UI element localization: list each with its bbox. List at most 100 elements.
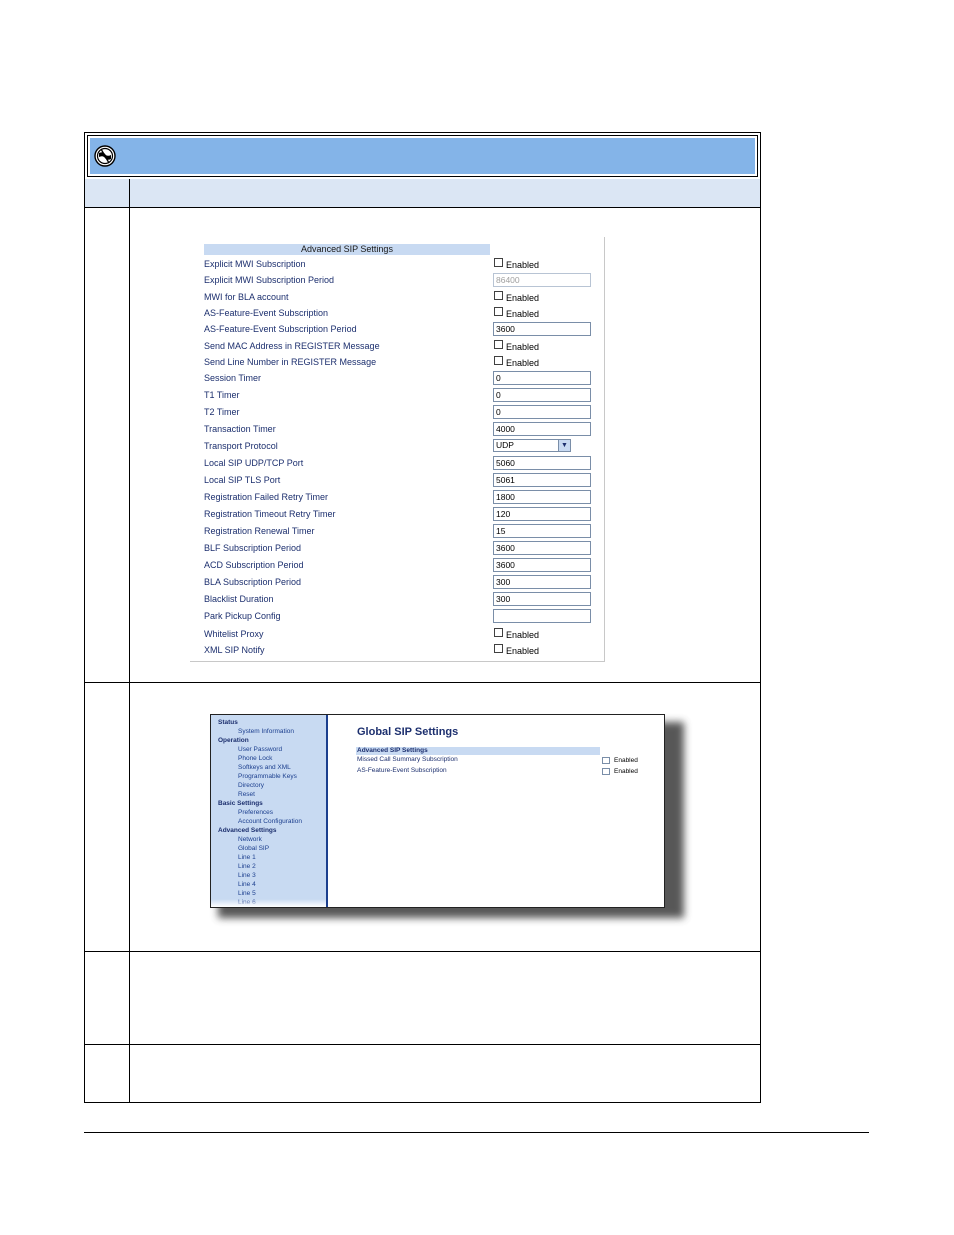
setting-input[interactable]: 5061 bbox=[493, 473, 591, 487]
enabled-checkbox[interactable] bbox=[494, 340, 503, 349]
setting-label: Park Pickup Config bbox=[204, 611, 281, 621]
chevron-down-icon[interactable]: ▼ bbox=[558, 440, 570, 451]
settings-row: T2 Timer 0 bbox=[204, 405, 594, 421]
setting-label: T2 Timer bbox=[204, 407, 240, 417]
setting-label: XML SIP Notify bbox=[204, 645, 265, 655]
setting-input[interactable]: 15 bbox=[493, 524, 591, 538]
transport-protocol-select[interactable]: UDP ▼ bbox=[493, 439, 571, 452]
setting-label: Missed Call Summary Subscription bbox=[357, 756, 458, 763]
checkbox-label: Enabled bbox=[614, 768, 638, 775]
settings-row: Session Timer 0 bbox=[204, 371, 594, 387]
section-header: Advanced SIP Settings bbox=[356, 747, 600, 755]
nav-link[interactable]: Directory bbox=[238, 781, 264, 790]
settings-row: Local SIP TLS Port 5061 bbox=[204, 473, 594, 489]
nav-link[interactable]: Programmable Keys bbox=[238, 772, 297, 781]
settings-row: AS-Feature-Event Subscription Period 3600 bbox=[204, 322, 594, 338]
setting-input[interactable]: 0 bbox=[493, 388, 591, 402]
settings-row: T1 Timer 0 bbox=[204, 388, 594, 404]
settings-row: Transaction Timer 4000 bbox=[204, 422, 594, 438]
settings-row: Registration Renewal Timer 15 bbox=[204, 524, 594, 540]
checkbox-label: Enabled bbox=[614, 757, 638, 764]
setting-input[interactable]: 3600 bbox=[493, 558, 591, 572]
setting-label: AS-Feature-Event Subscription Period bbox=[204, 324, 357, 334]
setting-label: Registration Failed Retry Timer bbox=[204, 492, 329, 502]
advanced-sip-settings-panel: Advanced SIP Settings Explicit MWI Subsc… bbox=[190, 237, 605, 662]
nav-link[interactable]: Network bbox=[238, 835, 262, 844]
enabled-checkbox[interactable] bbox=[494, 258, 503, 267]
settings-row: XML SIP Notify Enabled bbox=[204, 643, 594, 659]
setting-label: Whitelist Proxy bbox=[204, 629, 264, 639]
setting-label: MWI for BLA account bbox=[204, 292, 289, 302]
settings-row: AS-Feature-Event Subscription Enabled bbox=[204, 306, 594, 322]
nav-category: Status bbox=[218, 719, 238, 726]
nav-link[interactable]: Softkeys and XML bbox=[238, 763, 291, 772]
nav-category: Basic Settings bbox=[218, 800, 263, 807]
setting-label: Registration Timeout Retry Timer bbox=[204, 509, 336, 519]
settings-row: Explicit MWI Subscription Period 86400 bbox=[204, 273, 594, 289]
enabled-checkbox[interactable] bbox=[602, 768, 610, 775]
setting-input: 86400 bbox=[493, 273, 591, 287]
nav-link[interactable]: User Password bbox=[238, 745, 282, 754]
row-divider bbox=[85, 207, 760, 208]
nav-link[interactable]: Reset bbox=[238, 790, 255, 799]
setting-input[interactable]: 3600 bbox=[493, 541, 591, 555]
setting-label: Send MAC Address in REGISTER Message bbox=[204, 341, 380, 351]
setting-label: Local SIP TLS Port bbox=[204, 475, 281, 485]
panel-title: Advanced SIP Settings bbox=[204, 244, 490, 255]
setting-input[interactable]: 300 bbox=[493, 575, 591, 589]
setting-input[interactable]: 4000 bbox=[493, 422, 591, 436]
row-divider bbox=[85, 682, 760, 683]
setting-input[interactable]: 1800 bbox=[493, 490, 591, 504]
nav-link[interactable]: Preferences bbox=[238, 808, 273, 817]
globe-icon bbox=[94, 145, 116, 167]
enabled-checkbox[interactable] bbox=[494, 356, 503, 365]
setting-label: Local SIP UDP/TCP Port bbox=[204, 458, 304, 468]
setting-label: Session Timer bbox=[204, 373, 262, 383]
nav-link[interactable]: Line 4 bbox=[238, 880, 256, 889]
setting-input[interactable]: 3600 bbox=[493, 322, 591, 336]
navigation-sidebar: Status System Information Operation User Pa… bbox=[211, 715, 328, 907]
nav-link[interactable]: Phone Lock bbox=[238, 754, 272, 763]
settings-row: Send MAC Address in REGISTER Message Enab… bbox=[204, 339, 594, 355]
settings-row: Local SIP UDP/TCP Port 5060 bbox=[204, 456, 594, 472]
nav-category: Advanced Settings bbox=[218, 827, 277, 834]
enabled-checkbox[interactable] bbox=[494, 628, 503, 637]
settings-row: ACD Subscription Period 3600 bbox=[204, 558, 594, 574]
setting-label: Registration Renewal Timer bbox=[204, 526, 315, 536]
setting-input[interactable]: 0 bbox=[493, 405, 591, 419]
checkbox-label: Enabled bbox=[506, 260, 540, 270]
setting-label: AS-Feature-Event Subscription bbox=[204, 308, 329, 318]
checkbox-label: Enabled bbox=[506, 630, 540, 640]
nav-link[interactable]: Line 5 bbox=[238, 889, 256, 898]
enabled-checkbox[interactable] bbox=[602, 757, 610, 764]
table-header-bar bbox=[87, 135, 758, 177]
setting-label: ACD Subscription Period bbox=[204, 560, 304, 570]
setting-label: BLF Subscription Period bbox=[204, 543, 302, 553]
setting-input[interactable]: 5060 bbox=[493, 456, 591, 470]
enabled-checkbox[interactable] bbox=[494, 291, 503, 300]
row-divider bbox=[85, 951, 760, 952]
setting-label: T1 Timer bbox=[204, 390, 240, 400]
column-header-row bbox=[85, 179, 760, 208]
nav-link[interactable]: Line 1 bbox=[238, 853, 256, 862]
setting-input[interactable]: 0 bbox=[493, 371, 591, 385]
setting-label: Transaction Timer bbox=[204, 424, 276, 434]
setting-input[interactable] bbox=[493, 609, 591, 623]
checkbox-label: Enabled bbox=[506, 293, 540, 303]
nav-category: Operation bbox=[218, 737, 249, 744]
nav-link[interactable]: System Information bbox=[238, 727, 294, 736]
enabled-checkbox[interactable] bbox=[494, 307, 503, 316]
checkbox-label: Enabled bbox=[506, 358, 540, 368]
nav-link[interactable]: Line 2 bbox=[238, 862, 256, 871]
setting-input[interactable]: 120 bbox=[493, 507, 591, 521]
checkbox-label: Enabled bbox=[506, 646, 540, 656]
setting-label: Blacklist Duration bbox=[204, 594, 274, 604]
nav-link[interactable]: Line 3 bbox=[238, 871, 256, 880]
setting-label: Send Line Number in REGISTER Message bbox=[204, 357, 377, 367]
nav-link[interactable]: Global SIP bbox=[238, 844, 269, 853]
nav-link[interactable]: Account Configuration bbox=[238, 817, 302, 826]
setting-label: Transport Protocol bbox=[204, 441, 278, 451]
settings-row: Transport Protocol UDP ▼ bbox=[204, 439, 594, 455]
enabled-checkbox[interactable] bbox=[494, 644, 503, 653]
setting-input[interactable]: 300 bbox=[493, 592, 591, 606]
